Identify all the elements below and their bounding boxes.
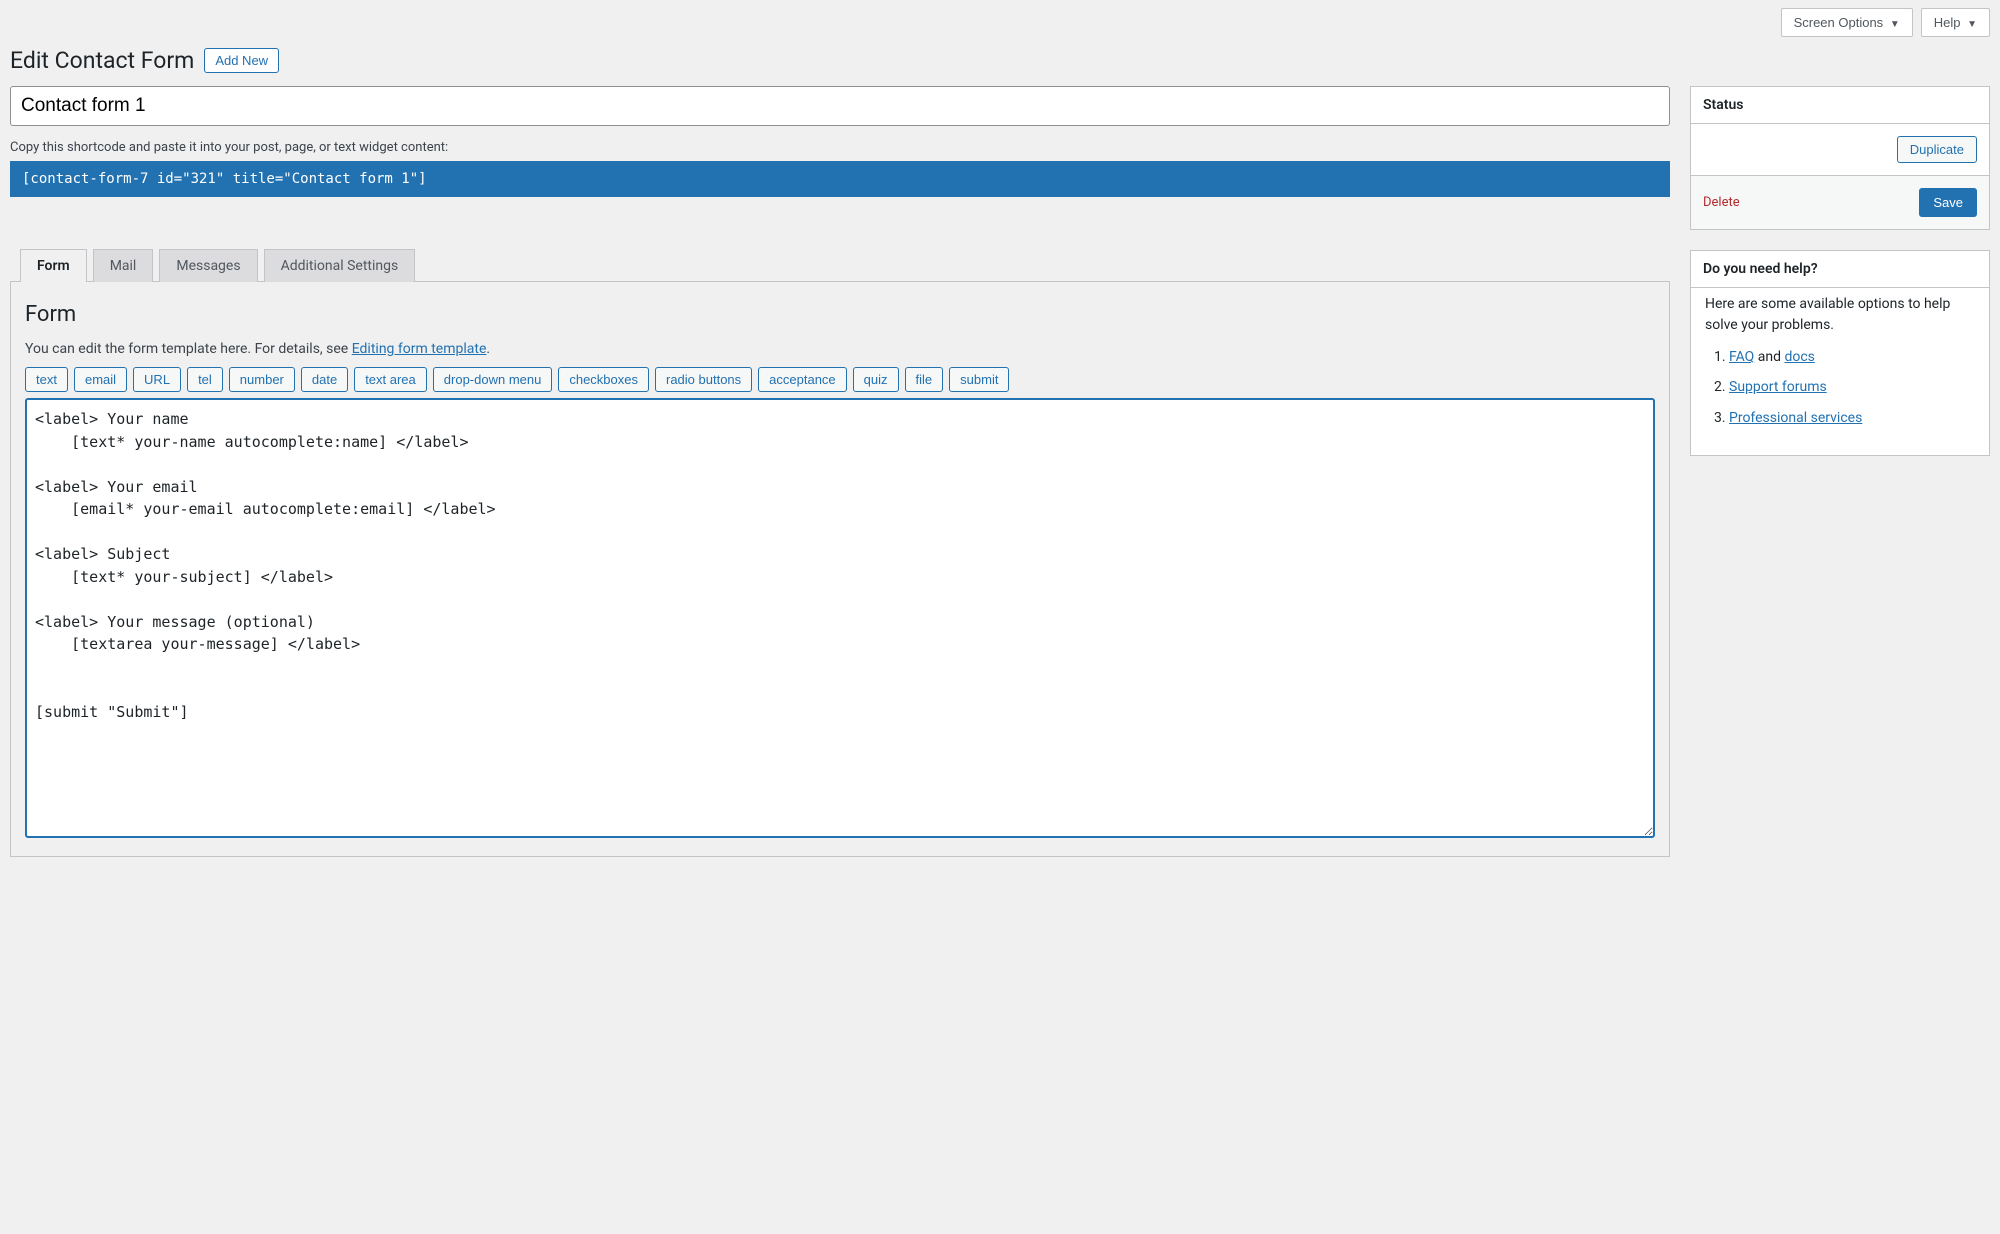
- chevron-down-icon: ▼: [1890, 19, 1900, 30]
- tag-url-button[interactable]: URL: [133, 367, 181, 392]
- status-box-title: Status: [1691, 87, 1989, 124]
- shortcode-help-text: Copy this shortcode and paste it into yo…: [10, 140, 1670, 155]
- tag-date-button[interactable]: date: [301, 367, 348, 392]
- help-item-faq-docs: FAQ and docs: [1729, 346, 1975, 368]
- editing-template-link[interactable]: Editing form template: [352, 341, 487, 357]
- screen-options-button[interactable]: Screen Options ▼: [1781, 8, 1913, 37]
- duplicate-button[interactable]: Duplicate: [1897, 136, 1977, 163]
- form-title-input[interactable]: [10, 86, 1670, 126]
- tag-quiz-button[interactable]: quiz: [853, 367, 899, 392]
- screen-options-label: Screen Options: [1794, 15, 1884, 30]
- help-label: Help: [1934, 15, 1961, 30]
- form-panel: Form You can edit the form template here…: [10, 281, 1670, 857]
- faq-link[interactable]: FAQ: [1729, 349, 1754, 365]
- tag-tel-button[interactable]: tel: [187, 367, 223, 392]
- tag-text-button[interactable]: text: [25, 367, 68, 392]
- help-button[interactable]: Help ▼: [1921, 8, 1990, 37]
- form-panel-description: You can edit the form template here. For…: [25, 341, 1655, 357]
- form-panel-heading: Form: [25, 302, 1655, 327]
- tag-textarea-button[interactable]: text area: [354, 367, 427, 392]
- status-box: Status Duplicate Delete Save: [1690, 86, 1990, 230]
- form-template-textarea[interactable]: [25, 398, 1655, 838]
- save-button[interactable]: Save: [1919, 188, 1977, 217]
- tag-email-button[interactable]: email: [74, 367, 127, 392]
- tab-mail[interactable]: Mail: [93, 249, 154, 282]
- tag-dropdown-button[interactable]: drop-down menu: [433, 367, 553, 392]
- delete-link[interactable]: Delete: [1703, 195, 1740, 210]
- help-box-title: Do you need help?: [1691, 251, 1989, 288]
- editor-tabs: Form Mail Messages Additional Settings: [10, 249, 1670, 282]
- tab-messages[interactable]: Messages: [159, 249, 257, 282]
- tab-form[interactable]: Form: [20, 249, 87, 282]
- help-item-professional: Professional services: [1729, 407, 1975, 429]
- help-box: Do you need help? Here are some availabl…: [1690, 250, 1990, 456]
- help-item-support: Support forums: [1729, 376, 1975, 398]
- tag-acceptance-button[interactable]: acceptance: [758, 367, 847, 392]
- page-title: Edit Contact Form: [10, 47, 194, 74]
- docs-link[interactable]: docs: [1784, 349, 1814, 365]
- tag-generator-row: text email URL tel number date text area…: [25, 367, 1655, 392]
- help-intro: Here are some available options to help …: [1705, 294, 1975, 336]
- tag-number-button[interactable]: number: [229, 367, 295, 392]
- support-forums-link[interactable]: Support forums: [1729, 379, 1827, 395]
- add-new-button[interactable]: Add New: [204, 48, 279, 73]
- tag-radio-button[interactable]: radio buttons: [655, 367, 752, 392]
- chevron-down-icon: ▼: [1967, 19, 1977, 30]
- tab-additional-settings[interactable]: Additional Settings: [264, 249, 416, 282]
- tag-checkboxes-button[interactable]: checkboxes: [558, 367, 649, 392]
- tag-file-button[interactable]: file: [905, 367, 944, 392]
- tag-submit-button[interactable]: submit: [949, 367, 1009, 392]
- shortcode-display[interactable]: [contact-form-7 id="321" title="Contact …: [10, 161, 1670, 197]
- professional-services-link[interactable]: Professional services: [1729, 410, 1862, 426]
